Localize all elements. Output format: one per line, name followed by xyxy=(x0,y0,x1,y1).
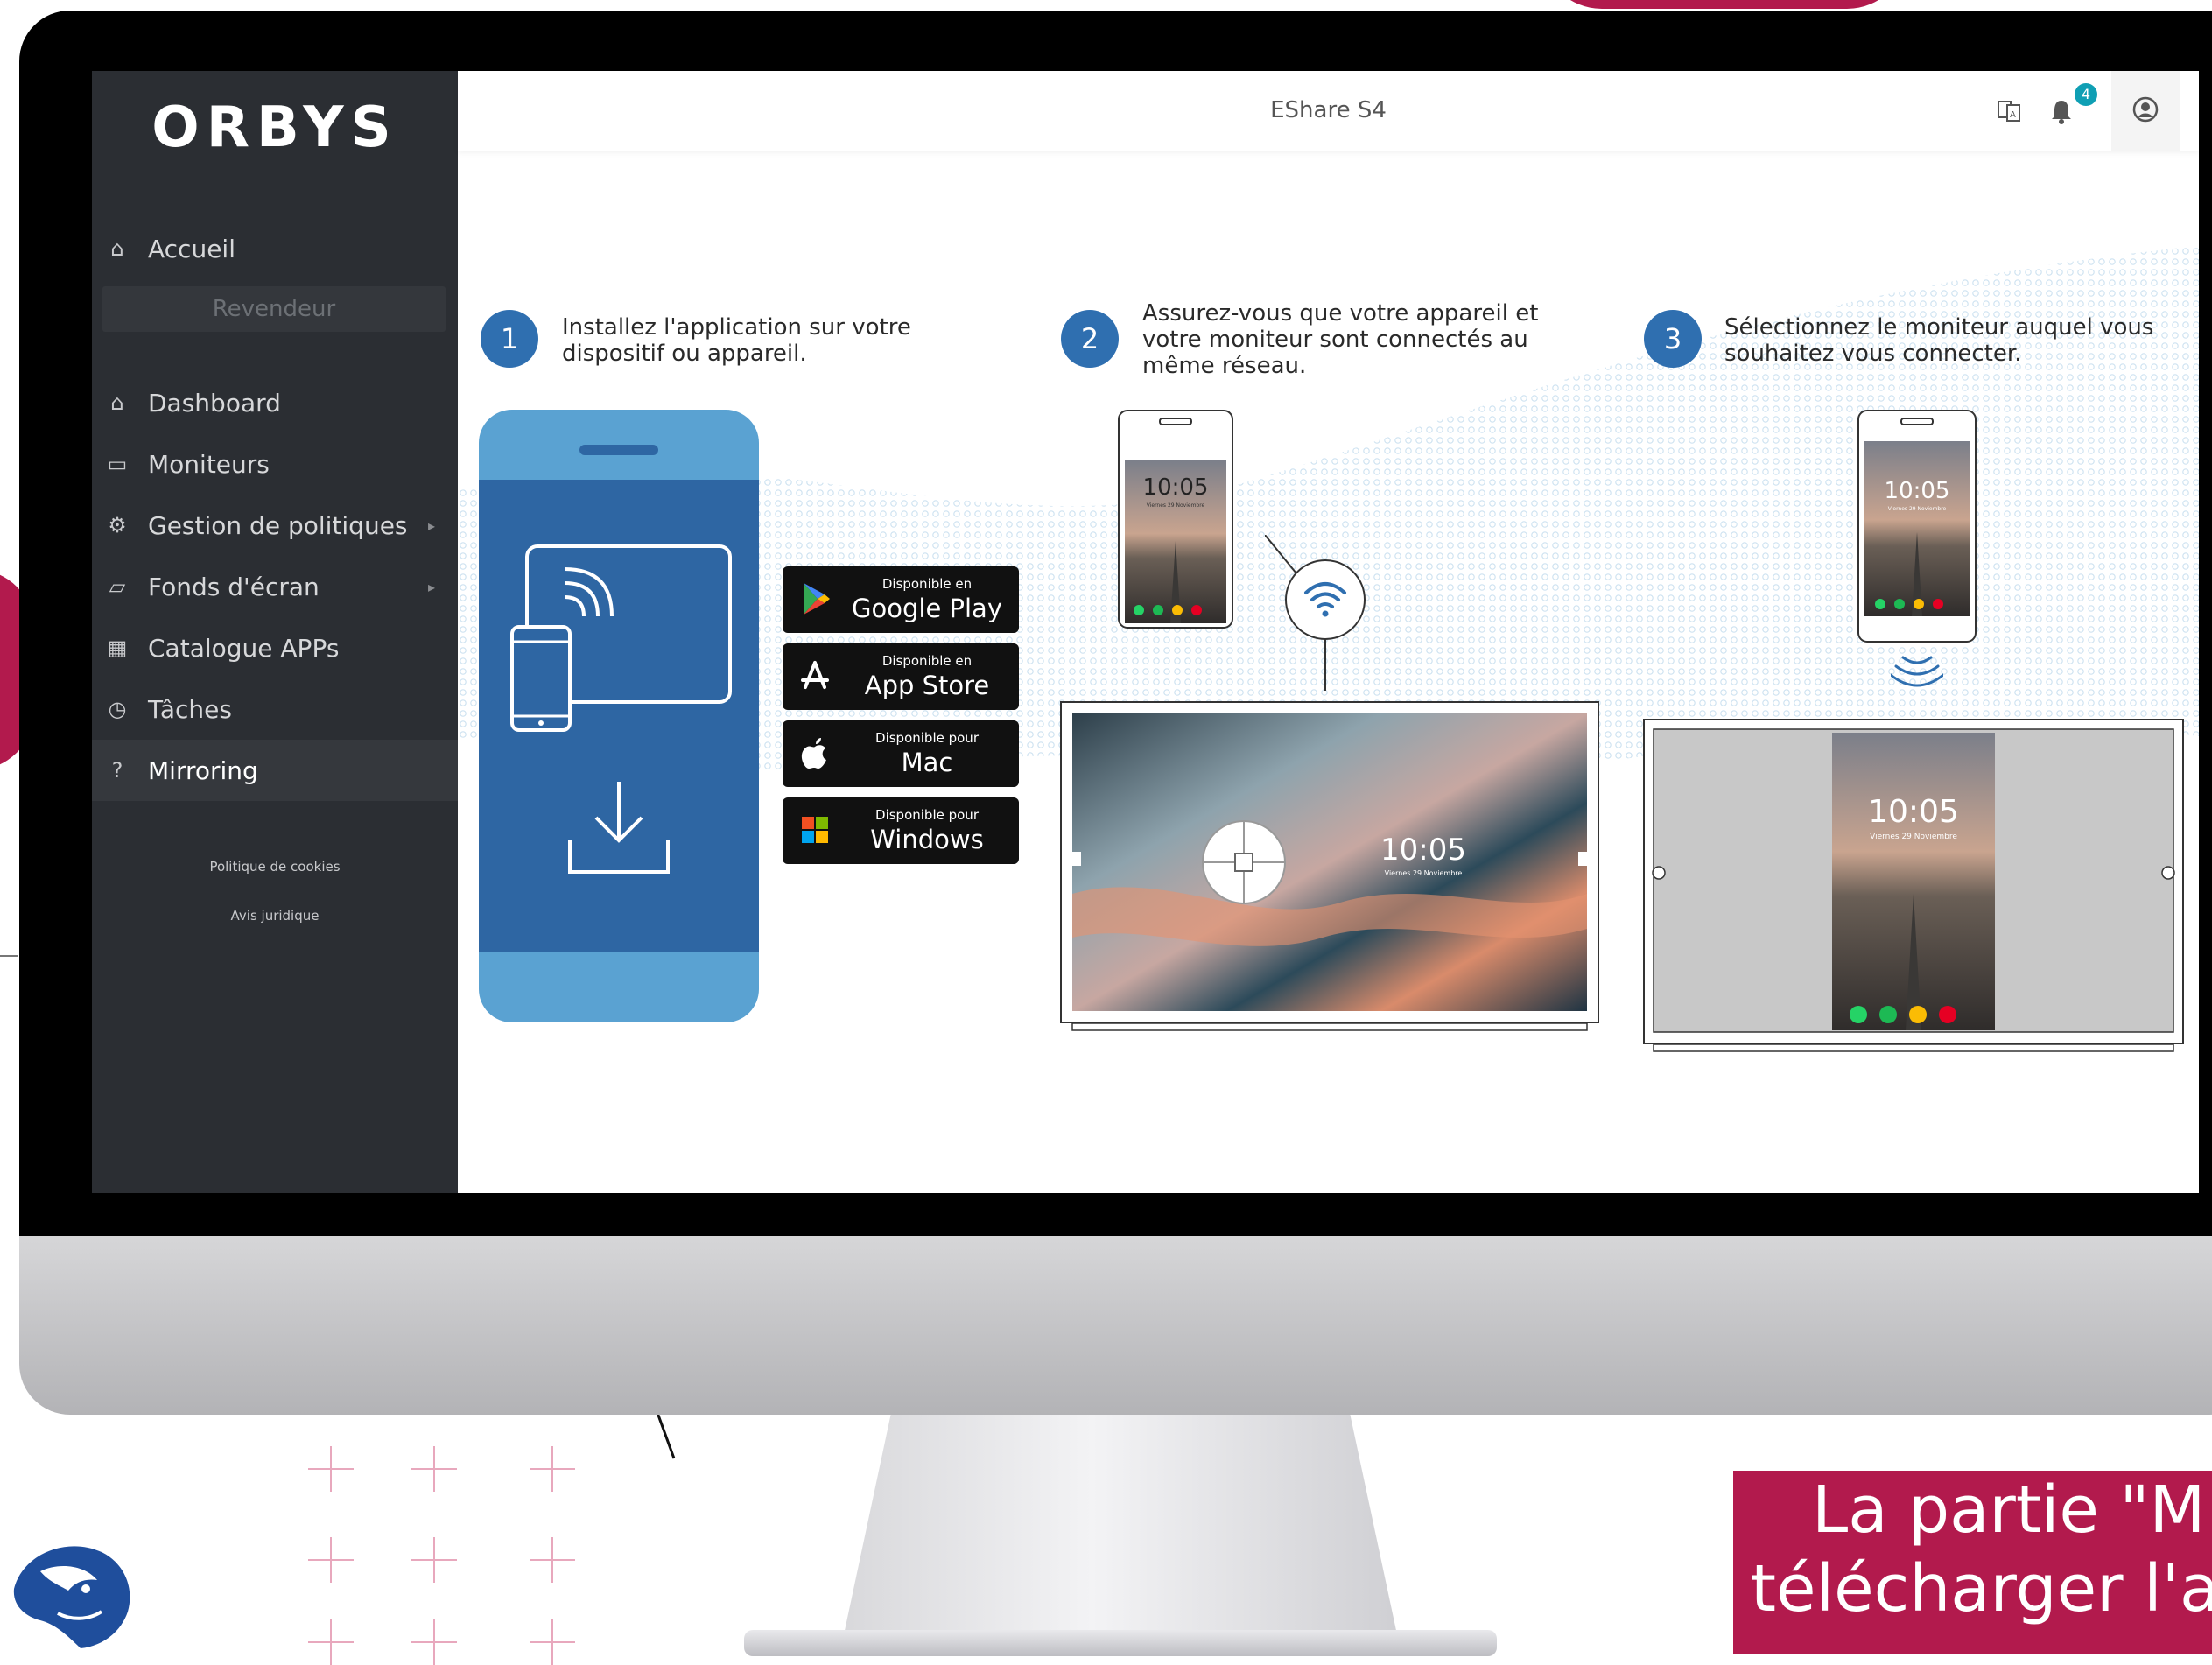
step-number-3: 3 xyxy=(1644,310,1702,368)
sidebar-item-label: Moniteurs xyxy=(148,449,270,479)
store-small-label: Disponible en xyxy=(881,653,973,669)
grid-icon: ▦ xyxy=(107,636,128,660)
decorative-plus xyxy=(411,1537,457,1583)
lockscreen-time: 10:05 xyxy=(1884,478,1950,504)
app-screen: ORBYS ⌂ Accueil Revendeur ⌂ Dashboard ▭ … xyxy=(92,71,2199,1193)
sidebar-item-label: Accueil xyxy=(148,234,235,263)
sidebar-section-label: Revendeur xyxy=(102,286,446,332)
brand-logo[interactable]: ORBYS xyxy=(92,95,458,160)
phone-lockscreen-illustration: 10:05 Viernes 29 Noviembre xyxy=(1857,410,1977,643)
sidebar-item-monitors[interactable]: ▭ Moniteurs xyxy=(92,433,458,495)
sidebar-item-policies[interactable]: ⚙ Gestion de politiques ▸ xyxy=(92,495,458,556)
lockscreen-date: Viernes 29 Noviembre xyxy=(1146,502,1205,509)
cookies-policy-link[interactable]: Politique de cookies xyxy=(92,859,458,875)
sidebar-item-mirroring[interactable]: ? Mirroring xyxy=(92,740,458,801)
app-store-icon xyxy=(801,661,829,689)
windows-download-button[interactable]: Disponible pour Windows xyxy=(783,797,1019,864)
lockscreen-date: Viernes 29 Noviembre xyxy=(1887,506,1947,512)
windows-icon xyxy=(802,817,828,843)
notification-bell-icon[interactable] xyxy=(2046,95,2077,127)
top-header: EShare S4 xyxy=(458,71,2199,151)
interactive-display-illustration: 10:05 Viernes 29 Noviembre xyxy=(1060,701,1599,1034)
monitor-bezel: ORBYS ⌂ Accueil Revendeur ⌂ Dashboard ▭ … xyxy=(19,11,2212,1236)
decorative-plus xyxy=(308,1446,354,1492)
cogs-icon: ⚙ xyxy=(108,513,127,537)
sidebar-item-dashboard[interactable]: ⌂ Dashboard xyxy=(92,372,458,433)
monitor-icon: ▭ xyxy=(107,452,128,476)
decorative-plus xyxy=(308,1619,354,1665)
decorative-plus xyxy=(530,1537,575,1583)
decorative-blob-top xyxy=(1541,0,1908,9)
decorative-plus xyxy=(530,1446,575,1492)
wifi-connection-icon xyxy=(1265,535,1366,691)
step-2-text: Assurez-vous que votre appareil et votre… xyxy=(1142,300,1539,379)
sidebar-item-tasks[interactable]: ◷ Tâches xyxy=(92,678,458,740)
decorative-plus xyxy=(411,1619,457,1665)
user-menu[interactable] xyxy=(2111,71,2180,151)
sidebar-item-wallpapers[interactable]: ▱ Fonds d'écran ▸ xyxy=(92,556,458,617)
google-play-icon xyxy=(804,583,830,615)
store-small-label: Disponible pour xyxy=(875,807,979,823)
bear-logo-icon xyxy=(13,1546,130,1648)
display-time: 10:05 xyxy=(1380,832,1466,868)
sidebar: ORBYS ⌂ Accueil Revendeur ⌂ Dashboard ▭ … xyxy=(92,71,458,1193)
translate-icon[interactable]: A xyxy=(1993,95,2025,127)
mirrored-time: 10:05 xyxy=(1868,794,1959,830)
store-name-label: App Store xyxy=(864,671,990,700)
store-name-label: Mac xyxy=(901,748,953,777)
display-date: Viernes 29 Noviembre xyxy=(1384,869,1463,877)
step-3-text: Sélectionnez le moniteur auquel vous sou… xyxy=(1724,314,2154,367)
sidebar-item-label: Gestion de politiques xyxy=(148,510,408,540)
mac-download-button[interactable]: Disponible pour Mac xyxy=(783,720,1019,787)
phone-lockscreen-illustration: 10:05 Viernes 29 Noviembre xyxy=(1118,410,1233,629)
legal-notice-link[interactable]: Avis juridique xyxy=(92,908,458,924)
home-icon: ⌂ xyxy=(110,236,124,261)
folder-icon: ▱ xyxy=(109,574,126,599)
store-name-label: Windows xyxy=(870,825,984,854)
monitor-stand xyxy=(840,1415,1401,1651)
caption-line-2: télécharger l'a xyxy=(1751,1551,2212,1626)
mirrored-display-illustration: 10:05 Viernes 29 Noviembre xyxy=(1643,719,2184,1055)
clock-icon: ◷ xyxy=(108,697,127,721)
lockscreen-time: 10:05 xyxy=(1142,474,1209,501)
caption-line-1: La partie "M xyxy=(1812,1472,2206,1548)
sidebar-item-home[interactable]: ⌂ Accueil xyxy=(92,218,458,279)
app-store-button[interactable]: Disponible en App Store xyxy=(783,643,1019,710)
decorative-plus xyxy=(308,1537,354,1583)
decorative-plus xyxy=(411,1446,457,1492)
download-app-illustration xyxy=(479,410,759,1022)
store-small-label: Disponible en xyxy=(881,576,973,592)
step-1-text: Installez l'application sur votre dispos… xyxy=(562,314,911,367)
notification-count-badge: 4 xyxy=(2075,83,2097,106)
store-small-label: Disponible pour xyxy=(875,730,979,746)
home-icon: ⌂ xyxy=(110,390,124,415)
user-avatar-icon xyxy=(2132,96,2159,123)
chevron-right-icon: ▸ xyxy=(427,516,435,534)
sidebar-item-label: Dashboard xyxy=(148,388,281,418)
sidebar-item-label: Fonds d'écran xyxy=(148,572,320,601)
sidebar-item-label: Tâches xyxy=(148,694,232,724)
caption-banner: La partie "M télécharger l'a xyxy=(1733,1471,2212,1654)
signal-waves-icon xyxy=(1891,656,1943,687)
apple-icon xyxy=(801,738,826,769)
mirrored-date: Viernes 29 Noviembre xyxy=(1870,832,1957,841)
question-icon: ? xyxy=(111,758,123,783)
store-name-label: Google Play xyxy=(852,594,1002,623)
monitor-chin xyxy=(19,1236,2212,1415)
sidebar-item-label: Mirroring xyxy=(148,755,258,785)
decorative-plus xyxy=(530,1619,575,1665)
chevron-right-icon: ▸ xyxy=(427,578,435,595)
step-number-2: 2 xyxy=(1061,310,1119,368)
monitor-stand-base xyxy=(744,1630,1497,1656)
sidebar-item-apps-catalog[interactable]: ▦ Catalogue APPs xyxy=(92,617,458,678)
sidebar-item-label: Catalogue APPs xyxy=(148,633,340,663)
step-number-1: 1 xyxy=(481,310,538,368)
google-play-button[interactable]: Disponible en Google Play xyxy=(783,566,1019,633)
svg-text:A: A xyxy=(2010,110,2016,120)
page-title: EShare S4 xyxy=(1270,97,1387,123)
